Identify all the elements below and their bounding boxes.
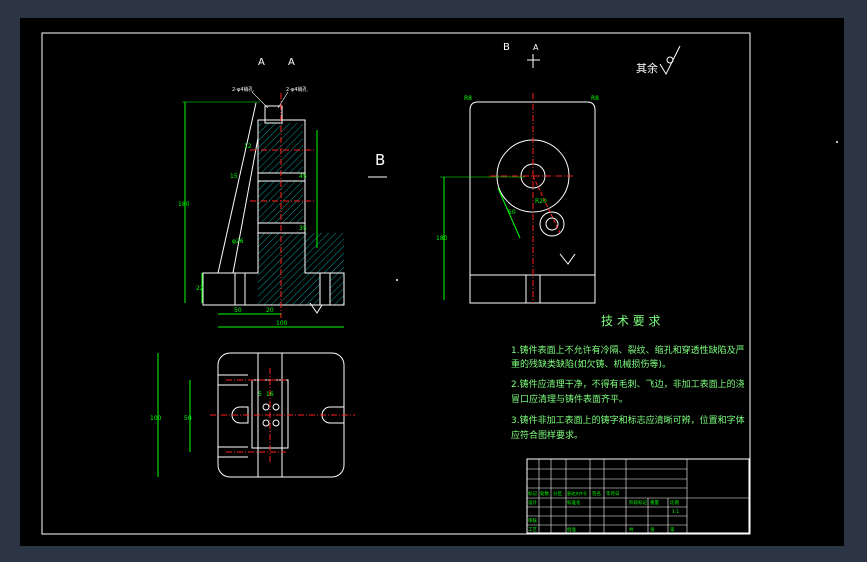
top-dim-16: 16 <box>266 391 274 398</box>
front-section-view: 180 22 50 20 100 45 35 15 12 φ26 2-φ4销孔 … <box>178 86 345 328</box>
tech-req-line-4: 冒口应清理与铸件表面齐平。 <box>511 395 629 405</box>
leader-line-right <box>277 91 289 109</box>
top-dim-5: 5 <box>258 391 262 398</box>
tb-cell-m: 工艺 <box>528 527 537 533</box>
section-label-b-mid: B <box>375 151 385 169</box>
tech-req-line-1: 1.铸件表面上不允许有冷隔、裂纹、缩孔和穿透性缺陷及严 <box>511 346 745 356</box>
tb-cell-g: 设计 <box>528 499 537 506</box>
tb-cell-a: 标记 <box>528 490 537 497</box>
dim-20-front: 20 <box>266 307 274 314</box>
top-dim-100: 100 <box>150 415 162 422</box>
tb-cell-i: 阶段标记 <box>629 499 647 506</box>
leader-pin-right: 2-φ4销孔 <box>286 86 307 93</box>
section-label-a-top: A <box>533 43 539 52</box>
tb-cell-p: 张 <box>650 526 655 533</box>
pin-hole-2 <box>272 403 280 411</box>
tb-cell-f: 年月日 <box>606 490 620 497</box>
top-view: 100 50 5 16 <box>150 352 355 478</box>
section-label-a-left: A <box>258 57 265 68</box>
small-hole <box>545 217 559 231</box>
dim-phi26: φ26 <box>232 238 244 245</box>
leader-line-left <box>251 91 269 109</box>
dim-22: 22 <box>196 285 204 292</box>
tech-req-line-6: 应符合图样要求。 <box>511 431 584 441</box>
tech-req-title: 技 术 要 求 <box>601 314 661 328</box>
section-label-a-right: A <box>288 57 295 68</box>
tb-cell-k: 比例 <box>670 499 679 506</box>
roughness-note: 其余 <box>636 61 658 75</box>
tb-cell-d: 更改文件号 <box>567 490 587 496</box>
top-slot-lower <box>218 446 248 458</box>
stray-dot-2 <box>396 279 398 281</box>
dim-180-front: 180 <box>178 201 190 208</box>
top-slot-upper <box>218 374 248 386</box>
top-dim-50: 50 <box>184 415 192 422</box>
dim-15: 15 <box>230 173 238 180</box>
rib-edge-2 <box>232 137 259 274</box>
side-dim-r-tr: R8 <box>591 95 599 102</box>
side-view: 180 R8 R8 R20 50 <box>436 93 599 304</box>
side-dim-r-tl: R8 <box>464 95 472 102</box>
pin-hole-1 <box>262 403 270 411</box>
leader-pin-left: 2-φ4销孔 <box>232 86 253 93</box>
tb-cell-n: 批准 <box>567 526 576 533</box>
rib-edge <box>217 102 257 274</box>
pin-hole-3 <box>262 419 270 427</box>
tb-cell-l: 审核 <box>528 517 537 524</box>
dim-50-front: 50 <box>234 307 242 314</box>
roughness-symbol-icon <box>659 45 681 76</box>
tech-req-line-5: 3.铸件非加工表面上的铸字和标志应清晰可辨，位置和字体 <box>511 416 745 426</box>
tb-cell-b: 处数 <box>540 490 549 497</box>
base-slot-left <box>234 272 246 306</box>
drawing-sheet: A A B A B 其余 180 22 50 20 100 45 35 15 1… <box>41 32 838 535</box>
dim-100-front: 100 <box>276 320 288 327</box>
tb-cell-h: 标准化 <box>567 499 581 506</box>
side-dim-50: 50 <box>508 209 516 216</box>
dim-35: 35 <box>299 225 307 232</box>
tb-cell-e: 签名 <box>592 490 601 497</box>
tb-cell-j: 重量 <box>650 499 659 506</box>
roughness-circle-icon <box>666 56 674 64</box>
roughness-mark-side <box>559 253 576 265</box>
tb-cell-c: 分区 <box>553 490 562 497</box>
base-slot-right <box>319 272 331 306</box>
dim-45: 45 <box>299 173 307 180</box>
hatch-base <box>258 233 344 305</box>
section-label-b-top: B <box>503 42 510 53</box>
tb-cell-r: 1:1 <box>672 509 679 515</box>
stray-dot <box>836 141 838 143</box>
title-block: 标记 处数 分区 更改文件号 签名 年月日 设计 标准化 阶段标记 重量 比例 … <box>526 458 750 534</box>
tb-cell-o: 共 <box>629 526 634 533</box>
side-dim-r-hole: R20 <box>535 198 547 205</box>
tech-req-line-2: 重的残缺类缺陷(如欠铸、机械损伤等)。 <box>511 360 672 370</box>
dim-12: 12 <box>244 143 252 150</box>
drawing-viewport[interactable]: A A B A B 其余 180 22 50 20 100 45 35 15 1… <box>20 18 844 546</box>
tb-cell-q: 第 <box>670 526 675 533</box>
pin-hole-4 <box>272 419 280 427</box>
side-dim-180: 180 <box>436 235 448 242</box>
tech-req-line-3: 2.铸件应清理干净，不得有毛刺、飞边，非加工表面上的浇 <box>511 380 745 390</box>
